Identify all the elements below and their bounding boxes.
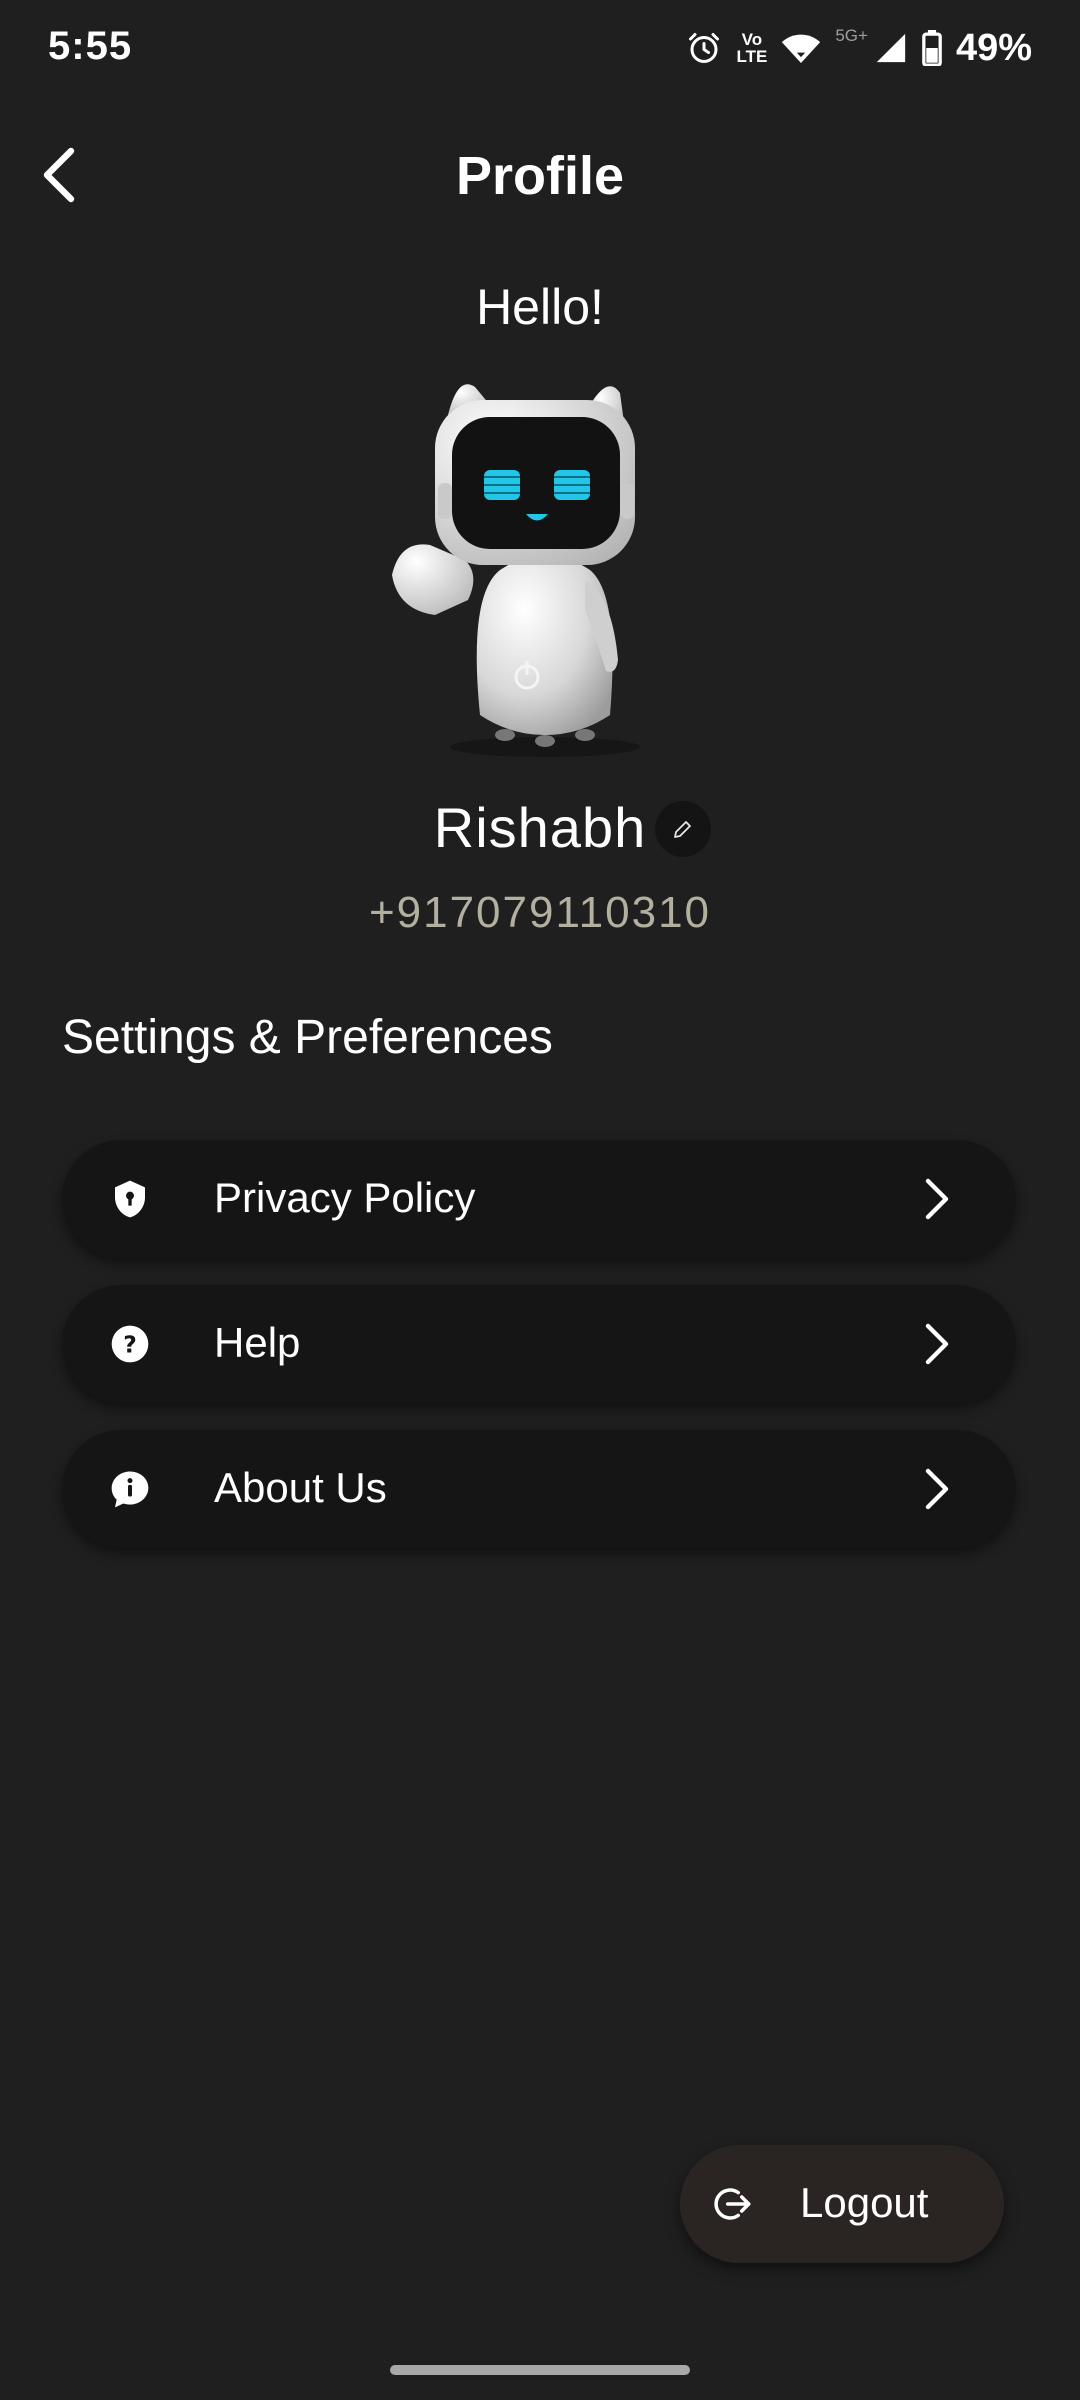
chevron-right-icon — [925, 1468, 949, 1510]
chevron-right-icon — [925, 1178, 949, 1220]
logout-label: Logout — [800, 2179, 929, 2226]
name-row: Rishabh — [0, 795, 1080, 865]
home-indicator[interactable] — [390, 2365, 690, 2375]
greeting-text: Hello! — [476, 279, 604, 335]
privacy-policy-item[interactable]: Privacy Policy — [62, 1140, 1016, 1258]
about-us-label: About Us — [214, 1464, 387, 1511]
pencil-icon — [674, 821, 691, 838]
alarm-icon — [686, 30, 722, 66]
help-label: Help — [214, 1319, 301, 1366]
status-icons: Vo LTE 5G+ 49% — [686, 22, 1032, 74]
network-type: 5G+ — [835, 26, 868, 45]
logout-icon — [714, 2188, 751, 2220]
edit-name-button[interactable] — [655, 801, 711, 857]
status-bar: 5:55 Vo LTE 5G+ 49% — [0, 0, 1080, 96]
wifi-icon — [781, 31, 821, 65]
status-time: 5:55 — [48, 24, 133, 68]
volte-bottom: LTE — [736, 47, 768, 66]
help-item[interactable]: ? Help — [62, 1285, 1016, 1403]
help-icon: ? — [111, 1325, 149, 1363]
chevron-right-icon — [925, 1323, 949, 1365]
signal-icon — [874, 31, 908, 65]
battery-percent: 49% — [955, 26, 1032, 69]
logout-button[interactable]: Logout — [680, 2145, 1004, 2263]
privacy-policy-label: Privacy Policy — [214, 1174, 476, 1221]
phone-number: +917079110310 — [368, 888, 712, 937]
settings-section-title: Settings & Preferences — [62, 1011, 553, 1064]
volte-icon: Vo LTE — [736, 31, 767, 65]
battery-icon — [922, 30, 942, 66]
about-us-item[interactable]: About Us — [62, 1430, 1016, 1548]
svg-text:?: ? — [123, 1330, 137, 1358]
page-title: Profile — [455, 146, 625, 206]
user-name: Rishabh — [433, 796, 647, 859]
shield-icon — [115, 1180, 145, 1218]
robot-avatar — [392, 384, 640, 757]
profile-screen: 5:55 Vo LTE 5G+ 49% Profile Hello! Risha… — [0, 0, 1080, 2400]
info-chat-icon — [111, 1471, 149, 1508]
